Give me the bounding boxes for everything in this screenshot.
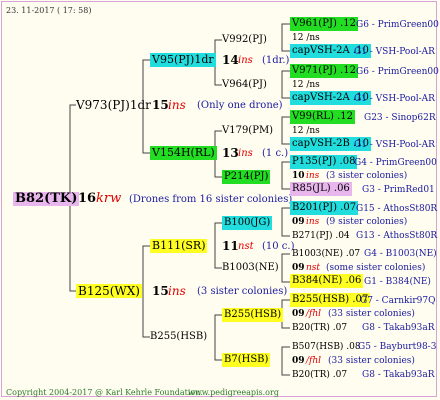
- gen1-bottom-name[interactable]: B125(WX): [76, 284, 142, 298]
- gen4-row-18[interactable]: B384(NE) .06: [290, 274, 364, 288]
- gen4-row-11-num: 10: [292, 171, 305, 181]
- gen2-v95-num: 14: [222, 53, 239, 67]
- footer-copyright: Copyright 2004-2017 @ Karl Kehrle Founda…: [6, 388, 203, 397]
- gen4-row-18-right: G1 - B384(NE): [364, 277, 431, 287]
- gen4-row-11-ins: ins: [306, 171, 320, 181]
- gen4-row-22-right: G5 - Bayburt98-3: [358, 342, 437, 352]
- gen2-v95-ins: ins: [238, 55, 253, 66]
- gen4-row-21[interactable]: B20(TR) .07: [292, 321, 347, 335]
- gen3-b100[interactable]: B100(JG): [222, 216, 273, 230]
- gen4-row-10-right: G4 - PrimGreen00: [354, 158, 437, 168]
- gen2-b111-num: 11: [222, 239, 239, 253]
- gen4-row-23-num: 09: [292, 356, 305, 366]
- gen3-b7[interactable]: B7(HSB): [222, 353, 271, 367]
- gen1-top-num: 15: [152, 98, 169, 112]
- gen2-v154-name[interactable]: V154H(RL): [150, 146, 217, 160]
- gen4-row-1[interactable]: V961(PJ) .12: [290, 17, 358, 31]
- gen4-row-20-ins: /fhl: [306, 309, 322, 319]
- root-ins: krw: [96, 191, 122, 206]
- gen4-row-23-ins: /fhl: [306, 356, 322, 366]
- gen2-v154-ins: ins: [238, 148, 253, 159]
- gen2-b255-name[interactable]: B255(HSB): [150, 330, 207, 344]
- gen4-row-17-num: 09: [292, 263, 305, 273]
- gen1-top-note: (Only one drone): [197, 100, 283, 111]
- gen3-b255[interactable]: B255(HSB): [222, 308, 284, 322]
- gen4-row-12-right: G3 - PrimRed01: [362, 185, 435, 195]
- gen4-row-1-right: G6 - PrimGreen00: [356, 20, 439, 30]
- gen1-bottom-num: 15: [152, 284, 169, 298]
- gen4-row-11-note: (3 sister colonies): [326, 171, 408, 181]
- gen4-row-13-right: G15 - AthosSt80R: [356, 204, 438, 214]
- gen4-row-15[interactable]: B271(PJ) .04: [292, 229, 350, 243]
- gen4-row-7[interactable]: V99(RL) .12: [290, 110, 356, 124]
- gen4-row-9-right: G1 - VSH-Pool-AR: [354, 140, 435, 150]
- gen4-row-23-note: (33 sister colonies): [328, 356, 415, 366]
- gen4-row-24-right: G8 - Takab93aR: [362, 370, 435, 380]
- gen4-row-13[interactable]: B201(PJ) .07: [290, 201, 359, 215]
- footer-url[interactable]: www.pedigreeapis.org: [188, 386, 279, 400]
- gen1-top-name[interactable]: V973(PJ)1dr: [76, 98, 151, 112]
- gen4-row-10[interactable]: P135(PJ) .08: [290, 155, 358, 169]
- gen4-row-12[interactable]: R85(JL) .06: [290, 182, 352, 196]
- gen4-row-4-right: G6 - PrimGreen00: [356, 67, 439, 77]
- gen4-row-2: 12 /ns: [292, 33, 320, 43]
- gen4-row-24[interactable]: B20(TR) .07: [292, 368, 347, 382]
- gen4-row-16-right: G4 - B1003(NE): [364, 249, 437, 259]
- gen4-row-7-right: G23 - Sinop62R: [364, 113, 436, 123]
- gen3-p214[interactable]: P214(PJ): [222, 170, 271, 184]
- gen1-bottom-ins: ins: [168, 284, 186, 298]
- gen3-v992[interactable]: V992(PJ): [222, 33, 267, 47]
- gen4-row-14-num: 09: [292, 217, 305, 227]
- root-note: (Drones from 16 sister colonies): [129, 194, 293, 205]
- date-stamp: 23. 11-2017 ( 17: 58): [6, 6, 92, 15]
- gen4-row-17-note: (some sister colonies): [326, 263, 426, 273]
- gen2-b111-name[interactable]: B111(SR): [150, 239, 208, 253]
- gen2-b111-note: (10 c.): [262, 241, 295, 252]
- gen4-row-6-right: G1 - VSH-Pool-AR: [354, 94, 435, 104]
- gen4-row-4[interactable]: V971(PJ) .12: [290, 64, 358, 78]
- gen2-v95-note: (1dr.): [262, 55, 290, 66]
- gen4-row-16[interactable]: B1003(NE) .07: [292, 247, 360, 261]
- gen1-top-ins: ins: [168, 98, 186, 112]
- gen4-row-14-ins: ins: [306, 217, 320, 227]
- gen2-b111-ins: nst: [238, 241, 254, 252]
- gen4-row-3-right: G1 - VSH-Pool-AR: [354, 47, 435, 57]
- gen4-row-20-note: (33 sister colonies): [328, 309, 415, 319]
- gen2-v154-note: (1 c.): [262, 148, 289, 159]
- gen3-v964[interactable]: V964(PJ): [222, 78, 267, 92]
- root-name[interactable]: B82(TK): [13, 192, 80, 206]
- gen4-row-15-right: G13 - AthosSt80R: [356, 231, 438, 241]
- gen4-row-19-right: G7 - Carnkir97Q: [360, 296, 436, 306]
- gen4-row-5: 12 /ns: [292, 80, 320, 90]
- gen3-v179[interactable]: V179(PM): [222, 124, 273, 138]
- gen4-row-19[interactable]: B255(HSB) .07: [290, 293, 371, 307]
- gen4-row-22[interactable]: B507(HSB) .08: [292, 340, 361, 354]
- gen2-v154-num: 13: [222, 146, 239, 160]
- gen4-row-21-right: G8 - Takab93aR: [362, 323, 435, 333]
- gen4-row-8: 12 /ns: [292, 126, 320, 136]
- gen1-bottom-note: (3 sister colonies): [197, 286, 288, 297]
- gen4-row-14-note: (9 sister colonies): [326, 217, 408, 227]
- gen3-b1003[interactable]: B1003(NE): [222, 261, 279, 275]
- gen4-row-17-ins: nst: [306, 263, 321, 273]
- gen4-row-20-num: 09: [292, 309, 305, 319]
- root-num: 16: [78, 191, 97, 206]
- gen2-v95-name[interactable]: V95(PJ)1dr: [150, 53, 216, 67]
